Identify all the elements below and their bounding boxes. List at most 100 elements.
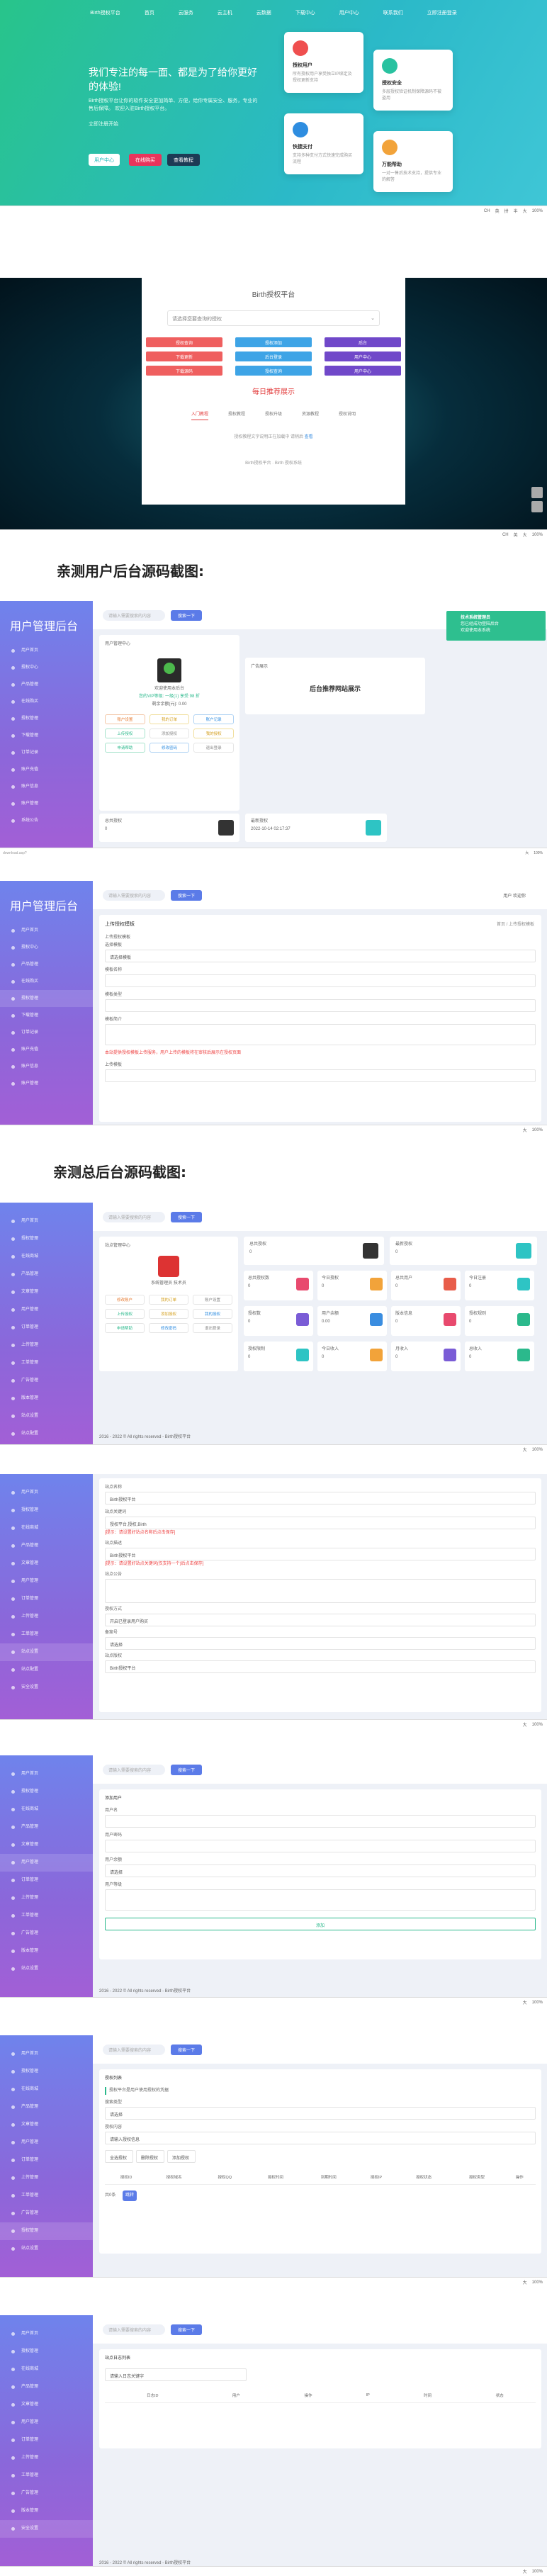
sidebar-item[interactable]: 文章管理 <box>0 1555 93 1573</box>
sidebar-item[interactable]: 授权管理 <box>0 2222 93 2240</box>
nav-item[interactable]: 云服务 <box>179 9 193 16</box>
sidebar-item[interactable]: 授权管理 <box>0 710 93 727</box>
sidebar-item[interactable]: 账户信息 <box>0 1058 93 1075</box>
sidebar-item[interactable]: 授权管理 <box>0 1502 93 1519</box>
auth-button[interactable]: 下载源码 <box>146 366 222 376</box>
sidebar-item[interactable]: 在线购买 <box>0 973 93 990</box>
sidebar-item[interactable]: 用户首页 <box>0 1484 93 1502</box>
sidebar-item[interactable]: 订单管理 <box>0 1319 93 1337</box>
quick-action[interactable]: 我的订单 <box>149 714 190 724</box>
sidebar-item[interactable]: 广告管理 <box>0 1372 93 1390</box>
sidebar-item[interactable]: 授权管理 <box>0 2343 93 2361</box>
sidebar-item[interactable]: 工单管理 <box>0 2187 93 2205</box>
quick-action[interactable]: 我的订单 <box>149 1295 188 1305</box>
sidebar-item[interactable]: 工单管理 <box>0 1907 93 1925</box>
site-name-input[interactable]: Birth授权平台 <box>105 1492 536 1504</box>
sidebar-item[interactable]: 在线商城 <box>0 1248 93 1266</box>
sidebar-item[interactable]: 文章管理 <box>0 2396 93 2414</box>
delete-auth-button[interactable]: 删除授权 <box>136 2150 164 2163</box>
sidebar-item[interactable]: 产品管理 <box>0 2378 93 2396</box>
site-notice-input[interactable] <box>105 1579 536 1603</box>
site-keywords-input[interactable]: 授权平台,授权,Birth <box>105 1517 536 1529</box>
quick-action[interactable]: 申请帮助 <box>105 743 145 753</box>
sidebar-item[interactable]: 站点设置 <box>0 1960 93 1978</box>
quick-action[interactable]: 上传授权 <box>105 729 145 738</box>
tab[interactable]: 授权升级 <box>265 410 282 420</box>
sidebar-item[interactable]: 工单管理 <box>0 1626 93 1643</box>
sidebar-item[interactable]: 产品管理 <box>0 1537 93 1555</box>
search-input[interactable]: 请输入需要搜索的内容 <box>103 609 165 621</box>
sidebar-item[interactable]: 上传管理 <box>0 1337 93 1354</box>
sidebar-item[interactable]: 在线商城 <box>0 2081 93 2098</box>
avatar[interactable]: 用户 欢迎你 <box>503 892 526 899</box>
auth-button[interactable]: 授权查询 <box>146 337 222 347</box>
sidebar-item[interactable]: 订单管理 <box>0 1590 93 1608</box>
quick-action[interactable]: 账户记录 <box>193 714 234 724</box>
sidebar-item[interactable]: 用户管理 <box>0 2414 93 2431</box>
template-name-input[interactable] <box>105 974 536 987</box>
auth-select[interactable]: 请选择您要查询的授权 ⌄ <box>167 310 380 326</box>
quick-action[interactable]: 退出登录 <box>193 743 234 753</box>
nav-item[interactable]: 首页 <box>145 9 154 16</box>
add-user-button[interactable]: 添加 <box>105 1918 536 1930</box>
sidebar-item[interactable]: 上传管理 <box>0 2169 93 2187</box>
sidebar-item[interactable]: 站点设置 <box>0 2240 93 2258</box>
sidebar-item[interactable]: 订单记录 <box>0 744 93 761</box>
tab[interactable]: 授权教程 <box>228 410 245 420</box>
search-input[interactable]: 请输入需要搜索的内容 <box>103 1764 165 1775</box>
search-input[interactable]: 请输入需要搜索的内容 <box>103 2324 165 2335</box>
sidebar-item[interactable]: 订单管理 <box>0 2431 93 2449</box>
sidebar-item[interactable]: 上传管理 <box>0 1608 93 1626</box>
sidebar-item[interactable]: 账户充值 <box>0 761 93 778</box>
lock-icon[interactable] <box>531 501 543 512</box>
nav-item[interactable]: 用户中心 <box>339 9 359 16</box>
quick-action[interactable]: 账户设置 <box>105 714 145 724</box>
sidebar-item[interactable]: 订单记录 <box>0 1024 93 1041</box>
sidebar-item[interactable]: 账户管理 <box>0 1075 93 1092</box>
sidebar-item[interactable]: 站点设置 <box>0 1643 93 1661</box>
sidebar-item[interactable]: 文章管理 <box>0 1836 93 1854</box>
nav-item[interactable]: Birth授权平台 <box>90 9 120 16</box>
sidebar-item[interactable]: 用户管理 <box>0 1301 93 1319</box>
sidebar-item[interactable]: 用户首页 <box>0 2325 93 2343</box>
sidebar-item[interactable]: 版本管理 <box>0 1942 93 1960</box>
sidebar-item[interactable]: 文章管理 <box>0 2116 93 2134</box>
go-button[interactable]: 跳转 <box>123 2190 137 2201</box>
sidebar-item[interactable]: 授权管理 <box>0 1783 93 1801</box>
search-type-select[interactable]: 请选择 <box>105 2107 536 2120</box>
sidebar-item[interactable]: 用户首页 <box>0 1765 93 1783</box>
auth-button[interactable]: 后台 <box>325 337 401 347</box>
sidebar-item[interactable]: 广告管理 <box>0 2205 93 2222</box>
quick-action[interactable]: 上传授权 <box>105 1309 145 1319</box>
sidebar-item[interactable]: 账户充值 <box>0 1041 93 1058</box>
sidebar-item[interactable]: 授权管理 <box>0 1230 93 1248</box>
quick-action[interactable]: 账户设置 <box>193 1295 232 1305</box>
sidebar-item[interactable]: 系统公告 <box>0 812 93 829</box>
quick-action[interactable]: 我的授权 <box>193 1309 232 1319</box>
sidebar-item[interactable]: 工单管理 <box>0 2467 93 2485</box>
site-desc-input[interactable]: Birth授权平台 <box>105 1548 536 1560</box>
select-all-button[interactable]: 全选授权 <box>105 2150 133 2163</box>
sidebar-item[interactable]: 在线购买 <box>0 693 93 710</box>
sidebar-item[interactable]: 产品管理 <box>0 956 93 973</box>
sidebar-item[interactable]: 用户管理 <box>0 1573 93 1590</box>
sidebar-item[interactable]: 授权管理 <box>0 990 93 1007</box>
sidebar-item[interactable]: 授权管理 <box>0 2063 93 2081</box>
level-input[interactable] <box>105 1889 536 1911</box>
quick-action[interactable]: 申请帮助 <box>105 1323 145 1333</box>
auth-button[interactable]: 后台登录 <box>235 351 312 361</box>
nav-item[interactable]: 联系我们 <box>383 9 403 16</box>
sidebar-item[interactable]: 站点设置 <box>0 1407 93 1425</box>
sidebar-item[interactable]: 版本管理 <box>0 1390 93 1407</box>
tab[interactable]: 入门教程 <box>191 410 208 420</box>
add-auth-button[interactable]: 添加授权 <box>167 2150 196 2163</box>
quick-action[interactable]: 我的授权 <box>193 729 234 738</box>
sidebar-item[interactable]: 在线商城 <box>0 1801 93 1818</box>
quick-action[interactable]: 退出登录 <box>193 1323 232 1333</box>
icp-select[interactable]: 请选择 <box>105 1637 536 1650</box>
nav-item[interactable]: 立即注册登录 <box>427 9 457 16</box>
sidebar-item[interactable]: 用户管理 <box>0 2134 93 2152</box>
sidebar-item[interactable]: 产品管理 <box>0 2098 93 2116</box>
scroll-top-icon[interactable] <box>531 487 543 498</box>
sidebar-item[interactable]: 授权中心 <box>0 939 93 956</box>
